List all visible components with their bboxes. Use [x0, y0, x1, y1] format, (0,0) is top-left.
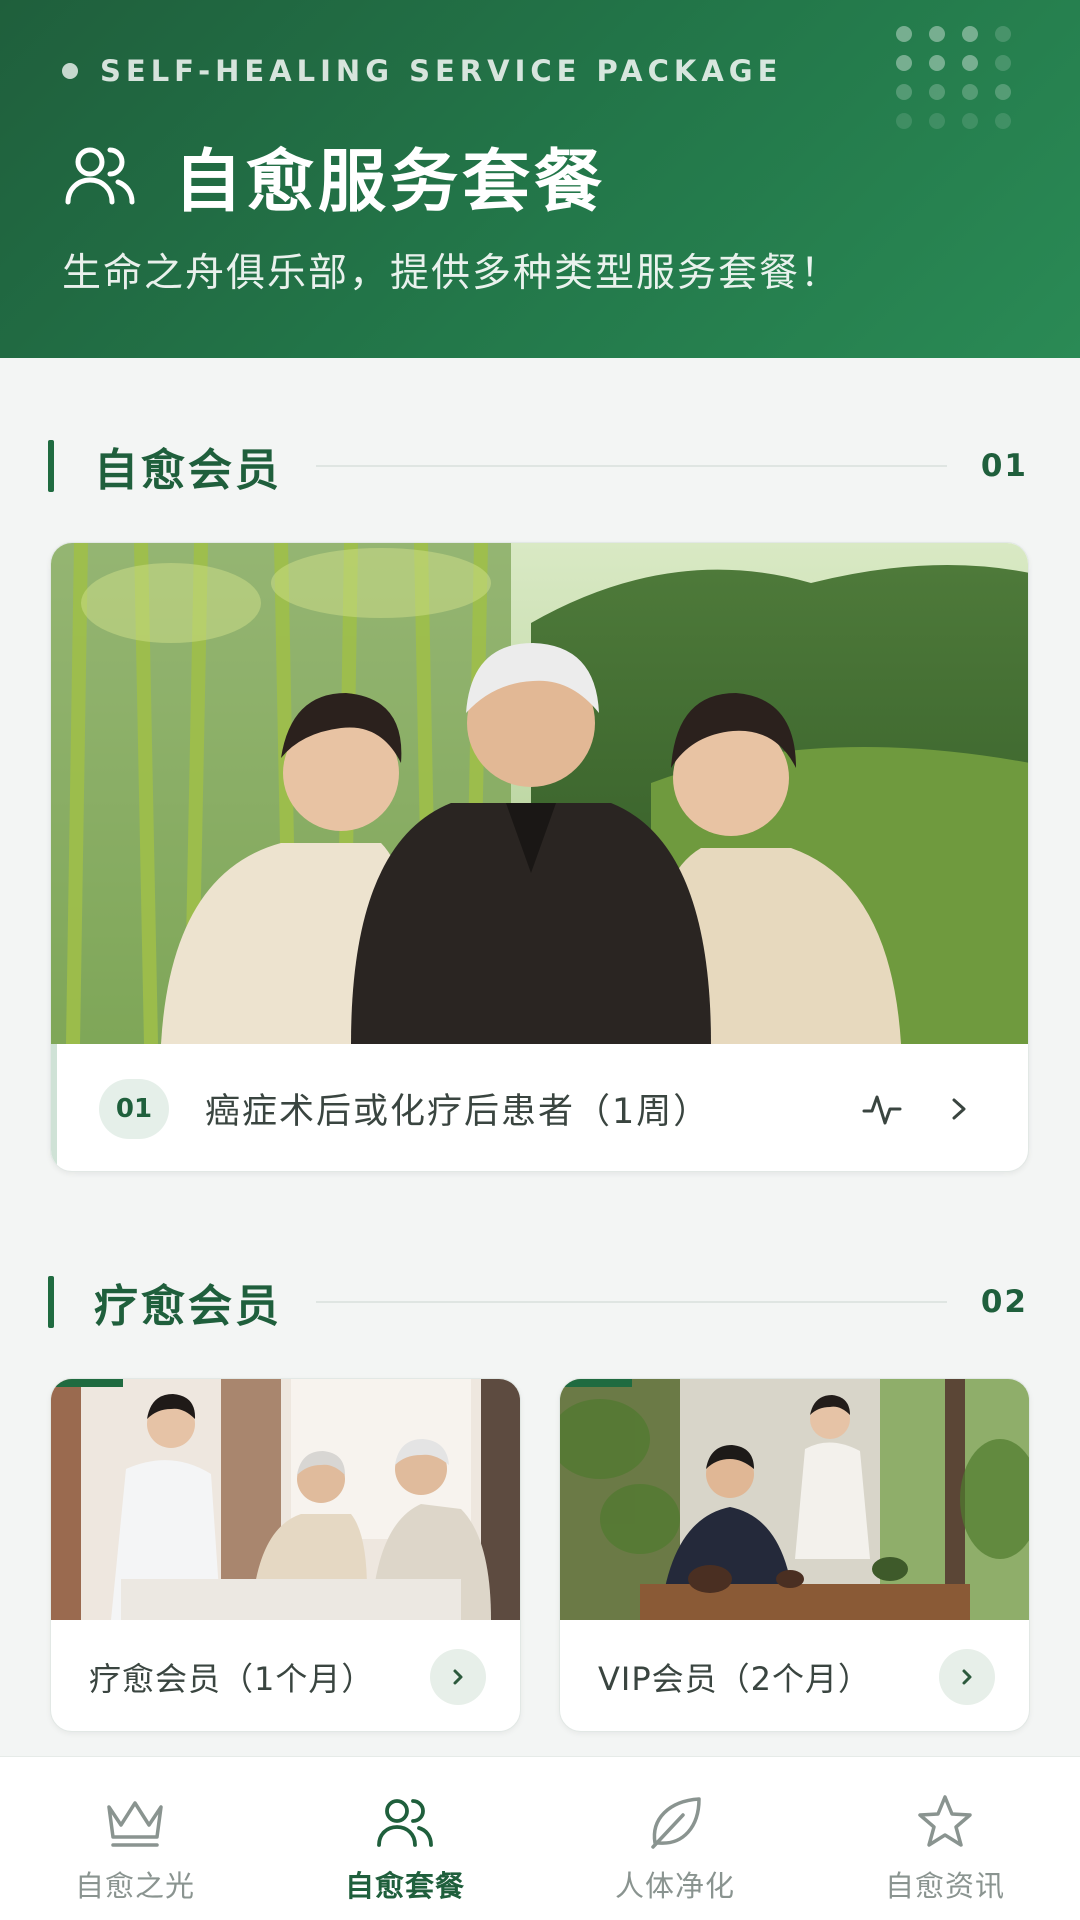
header-en-title: SELF-HEALING SERVICE PACKAGE [62, 54, 782, 88]
section-number: 02 [980, 1284, 1028, 1320]
users-icon [377, 1799, 433, 1847]
nav-item-self-healing-package[interactable]: 自愈套餐 [270, 1757, 540, 1920]
chevron-right-button[interactable] [939, 1648, 995, 1705]
chevron-right-icon[interactable] [946, 1092, 972, 1126]
nav-label: 自愈套餐 [344, 1869, 465, 1903]
item-number-badge: 01 [99, 1078, 169, 1139]
page-title: 自愈服务套餐 [174, 143, 607, 222]
users-icon [65, 147, 135, 204]
chevron-right-icon [453, 1669, 463, 1684]
header-title-row: 自愈服务套餐 [60, 126, 606, 225]
nurse-elderly-couple-photo [51, 1379, 520, 1620]
chevron-right-icon [962, 1669, 972, 1684]
card-accent-bar [51, 1379, 123, 1387]
section-divider [316, 1301, 947, 1303]
card-accent-bar [560, 1379, 632, 1387]
chevron-right-button[interactable] [430, 1648, 486, 1705]
package-card-footer[interactable]: 疗愈会员（1个月） [51, 1620, 520, 1731]
bullet-dot [62, 63, 78, 79]
package-card-footer[interactable]: 01 癌症术后或化疗后患者（1周） [51, 1044, 1028, 1171]
tea-service-photo [560, 1379, 1029, 1620]
package-card-vip-2-months[interactable]: VIP会员（2个月） [559, 1378, 1030, 1732]
nav-label: 自愈资讯 [884, 1869, 1005, 1903]
nav-label: 人体净化 [614, 1869, 735, 1903]
package-card-footer[interactable]: VIP会员（2个月） [560, 1620, 1029, 1731]
bottom-navigation: 自愈之光 自愈套餐 人体净化 自愈资讯 [0, 1756, 1080, 1920]
pulse-icon [862, 1095, 902, 1124]
nav-item-body-purification[interactable]: 人体净化 [540, 1757, 810, 1920]
nav-label: 自愈之光 [74, 1869, 195, 1903]
section-title: 疗愈会员 [94, 1281, 282, 1332]
page-header: SELF-HEALING SERVICE PACKAGE 自愈服务套餐 生命之舟… [0, 0, 1080, 358]
nav-item-self-healing-light[interactable]: 自愈之光 [0, 1757, 270, 1920]
star-icon [918, 1795, 972, 1847]
section-accent-bar [48, 1276, 54, 1328]
package-card-healing-1-month[interactable]: 疗愈会员（1个月） [50, 1378, 521, 1732]
section-divider [316, 465, 947, 467]
crown-icon [107, 1801, 163, 1847]
page-subtitle: 生命之舟俱乐部，提供多种类型服务套餐！ [62, 251, 842, 296]
leaf-icon [651, 1797, 701, 1849]
section-accent-bar [48, 440, 54, 492]
section-title: 自愈会员 [94, 445, 282, 496]
decorative-dot-grid [896, 26, 1011, 129]
header-en-text: SELF-HEALING SERVICE PACKAGE [100, 54, 783, 88]
section-header-healing: 疗愈会员 02 [48, 1274, 1032, 1332]
package-label: 癌症术后或化疗后患者（1周） [205, 1092, 711, 1132]
nav-item-self-healing-news[interactable]: 自愈资讯 [810, 1757, 1080, 1920]
package-label: VIP会员（2个月） [598, 1659, 871, 1698]
section-header-self-healing: 自愈会员 01 [48, 438, 1032, 496]
package-card-cancer-recovery[interactable]: 01 癌症术后或化疗后患者（1周） [50, 542, 1029, 1172]
section-number: 01 [980, 448, 1028, 484]
family-bamboo-photo [51, 543, 1028, 1044]
package-label: 疗愈会员（1个月） [89, 1659, 375, 1698]
